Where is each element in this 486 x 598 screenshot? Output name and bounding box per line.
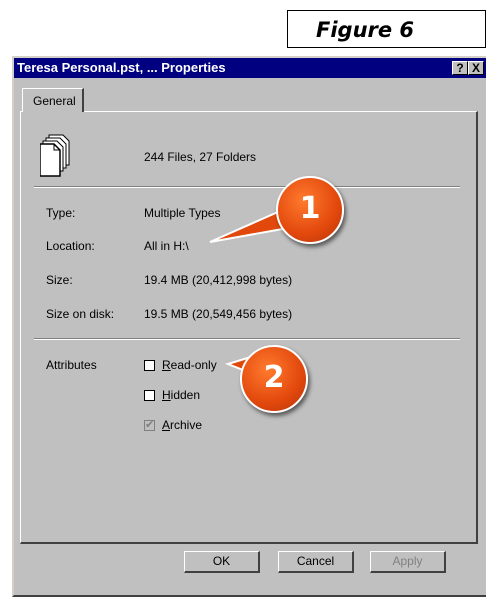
divider xyxy=(34,338,460,340)
apply-button[interactable]: Apply xyxy=(370,551,446,573)
readonly-text: ead-only xyxy=(170,358,217,372)
checkmark-icon: ✔ xyxy=(145,418,155,431)
cancel-button[interactable]: Cancel xyxy=(278,551,354,573)
size-on-disk-label: Size on disk: xyxy=(46,307,115,321)
archive-text: rchive xyxy=(170,418,203,432)
callout-1: 1 xyxy=(276,176,344,244)
hidden-text: idden xyxy=(170,388,201,402)
divider xyxy=(34,186,460,188)
callout-2: 2 xyxy=(240,345,308,413)
readonly-checkbox[interactable] xyxy=(144,360,155,371)
properties-dialog: Teresa Personal.pst, ... Properties ? X … xyxy=(12,56,486,597)
size-label: Size: xyxy=(46,273,73,287)
archive-label[interactable]: Archive xyxy=(162,418,202,432)
readonly-accel: R xyxy=(162,358,171,372)
readonly-label[interactable]: Read-only xyxy=(162,358,217,372)
ok-button[interactable]: OK xyxy=(184,551,260,573)
attributes-label: Attributes xyxy=(46,358,97,372)
tab-general[interactable]: General xyxy=(22,88,84,112)
help-button[interactable]: ? xyxy=(452,61,468,75)
size-value: 19.4 MB (20,412,998 bytes) xyxy=(144,273,293,287)
multiple-files-icon xyxy=(40,134,70,177)
location-value: All in H:\ xyxy=(144,239,189,253)
hidden-label[interactable]: Hidden xyxy=(162,388,200,402)
hidden-checkbox[interactable] xyxy=(144,390,155,401)
hidden-accel: H xyxy=(162,388,171,402)
size-on-disk-value: 19.5 MB (20,549,456 bytes) xyxy=(144,307,293,321)
title-bar[interactable]: Teresa Personal.pst, ... Properties ? X xyxy=(14,58,486,78)
close-button[interactable]: X xyxy=(468,61,484,75)
window-title: Teresa Personal.pst, ... Properties xyxy=(17,60,226,75)
type-label: Type: xyxy=(46,206,76,220)
figure-label: Figure 6 xyxy=(287,10,486,48)
archive-accel: A xyxy=(162,418,171,432)
tab-panel xyxy=(20,111,478,544)
summary-text: 244 Files, 27 Folders xyxy=(144,150,257,164)
archive-checkbox[interactable]: ✔ xyxy=(144,418,155,431)
location-label: Location: xyxy=(46,239,95,253)
